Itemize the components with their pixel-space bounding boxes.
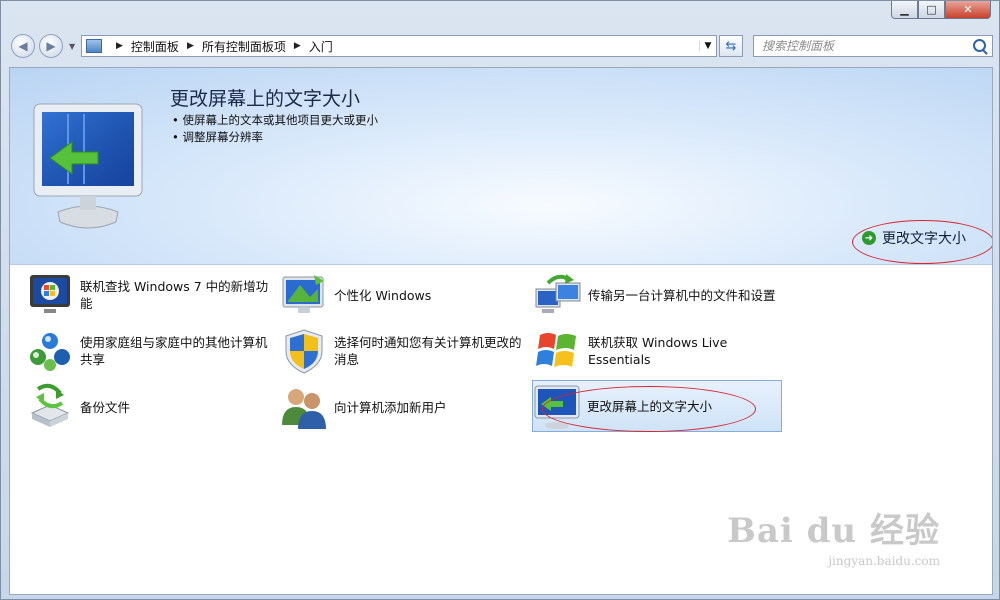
watermark-text: Bai du 经验 [727,511,940,551]
minimize-button[interactable]: ▁ [891,1,918,19]
homegroup-icon [30,333,70,371]
close-button[interactable]: ✕ [945,1,991,19]
forward-arrow-icon: ▶ [46,39,56,53]
task-label: 个性化 Windows [334,287,432,303]
task-label: 更改屏幕上的文字大小 [587,398,713,414]
uac-shield-icon [285,329,323,374]
task-uac[interactable]: 选择何时通知您有关计算机更改的消息 [280,326,530,376]
personalize-monitor-icon [282,275,324,313]
banner-title: 更改屏幕上的文字大小 [170,88,361,110]
task-label: 选择何时通知您有关计算机更改的消息 [334,335,522,367]
breadcrumb-separator-icon[interactable]: ▶ [116,41,123,51]
refresh-button[interactable]: ⇆ [719,35,743,57]
task-backup[interactable]: 备份文件 [26,382,276,432]
windows-new-features-icon [30,275,70,313]
transfer-computers-icon [535,274,581,313]
task-whats-new[interactable]: 联机查找 Windows 7 中的新增功能 [26,270,276,320]
banner-bullet: 使屏幕上的文本或其他项目更大或更小 [172,112,378,129]
monitor-text-size-icon [534,385,580,429]
green-arrow-icon: ➜ [862,231,876,245]
back-button[interactable]: ◀ [11,34,35,58]
recent-pages-dropdown[interactable]: ▼ [69,42,75,51]
baidu-watermark: Bai du 经验 jingyan.baidu.com [727,503,940,568]
task-label: 传输另一台计算机中的文件和设置 [588,287,776,303]
task-homegroup[interactable]: 使用家庭组与家庭中的其他计算机共享 [26,326,276,376]
maximize-button[interactable]: □ [918,1,945,19]
task-transfer[interactable]: 传输另一台计算机中的文件和设置 [534,270,784,320]
change-text-size-link[interactable]: ➜ 更改文字大小 [862,228,966,248]
breadcrumb-getting-started[interactable]: 入门 [309,38,333,55]
backup-drive-icon [30,383,70,427]
windows-logo-icon [536,333,576,367]
task-label: 联机获取 Windows Live Essentials [588,335,728,367]
forward-button[interactable]: ▶ [39,34,63,58]
task-personalize[interactable]: 个性化 Windows [280,270,530,320]
address-dropdown-icon[interactable]: ▼ [699,41,716,51]
control-panel-window: ▁ □ ✕ ◀ ▶ ▼ ▶ 控制面板 ▶ 所有控制面板项 ▶ 入门 ▼ ⇆ 搜索… [0,0,1000,600]
navigation-bar: ◀ ▶ ▼ ▶ 控制面板 ▶ 所有控制面板项 ▶ 入门 ▼ ⇆ 搜索控制面板 [9,31,993,61]
task-label: 备份文件 [80,399,131,415]
breadcrumb-all-items[interactable]: 所有控制面板项 [202,38,286,55]
task-label: 联机查找 Windows 7 中的新增功能 [80,279,269,311]
breadcrumb-separator-icon[interactable]: ▶ [294,41,301,51]
breadcrumb-control-panel[interactable]: 控制面板 [131,38,179,55]
refresh-icon: ⇆ [725,38,737,54]
task-add-user[interactable]: 向计算机添加新用户 [280,382,530,432]
window-caption-buttons: ▁ □ ✕ [891,1,991,21]
task-label: 使用家庭组与家庭中的其他计算机共享 [80,335,268,367]
task-label: 向计算机添加新用户 [334,399,447,415]
breadcrumb-separator-icon[interactable]: ▶ [187,41,194,51]
task-windows-live[interactable]: 联机获取 Windows Live Essentials [534,326,784,376]
task-change-text-size[interactable]: 更改屏幕上的文字大小 [532,380,782,432]
search-icon[interactable] [973,39,986,52]
address-bar[interactable]: ▶ 控制面板 ▶ 所有控制面板项 ▶ 入门 ▼ [81,35,717,57]
search-placeholder: 搜索控制面板 [762,39,835,53]
banner-bullet: 调整屏幕分辨率 [172,129,378,146]
monitor-text-size-large-icon [33,103,143,229]
search-input[interactable]: 搜索控制面板 [753,35,993,57]
back-arrow-icon: ◀ [18,39,28,53]
add-user-icon [282,389,326,429]
content-pane: 更改屏幕上的文字大小 使屏幕上的文本或其他项目更大或更小 调整屏幕分辨率 ➜ 更… [9,67,993,595]
watermark-url: jingyan.baidu.com [828,554,940,568]
banner-bullets: 使屏幕上的文本或其他项目更大或更小 调整屏幕分辨率 [172,112,378,146]
control-panel-icon [86,39,102,53]
details-banner: 更改屏幕上的文字大小 使屏幕上的文本或其他项目更大或更小 调整屏幕分辨率 ➜ 更… [10,68,992,265]
change-text-size-label: 更改文字大小 [882,231,966,247]
